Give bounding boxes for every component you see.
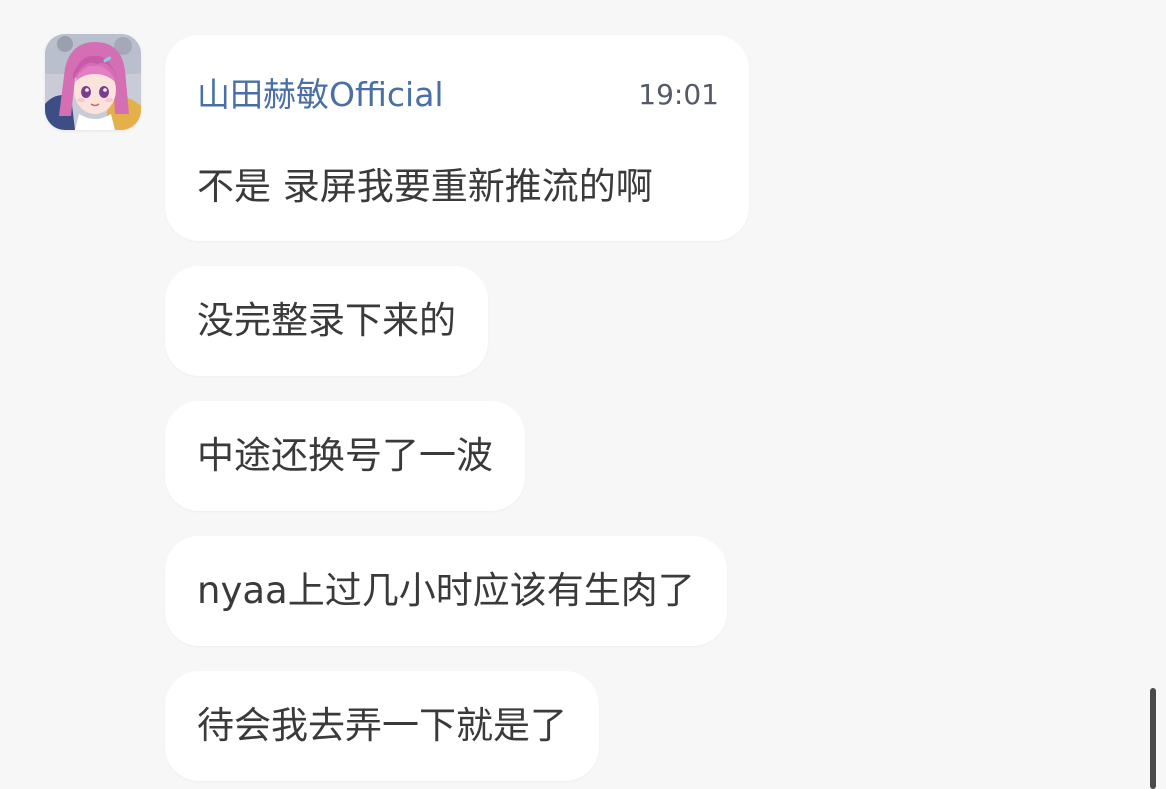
sender-avatar[interactable] xyxy=(45,34,141,130)
message-bubble[interactable]: 山田赫敏Official 19:01 不是 录屏我要重新推流的啊 xyxy=(165,35,749,241)
anime-girl-avatar-icon xyxy=(45,34,141,130)
scrollbar[interactable] xyxy=(1150,688,1156,789)
message-bubble[interactable]: nyaa上过几小时应该有生肉了 xyxy=(165,536,727,646)
message-text: 中途还换号了一波 xyxy=(197,434,493,477)
chat-screen: 山田赫敏Official 19:01 不是 录屏我要重新推流的啊 没完整录下来的… xyxy=(0,0,1166,789)
message-text: 没完整录下来的 xyxy=(197,299,456,342)
message-bubble[interactable]: 中途还换号了一波 xyxy=(165,401,525,511)
message-bubble[interactable]: 没完整录下来的 xyxy=(165,266,488,376)
message-time: 19:01 xyxy=(638,78,719,111)
message-text: nyaa上过几小时应该有生肉了 xyxy=(197,569,695,612)
message-text: 待会我去弄一下就是了 xyxy=(197,704,567,747)
message-text: 不是 录屏我要重新推流的啊 xyxy=(197,165,653,208)
message-bubble[interactable]: 待会我去弄一下就是了 xyxy=(165,671,599,781)
sender-name[interactable]: 山田赫敏Official xyxy=(197,75,444,115)
